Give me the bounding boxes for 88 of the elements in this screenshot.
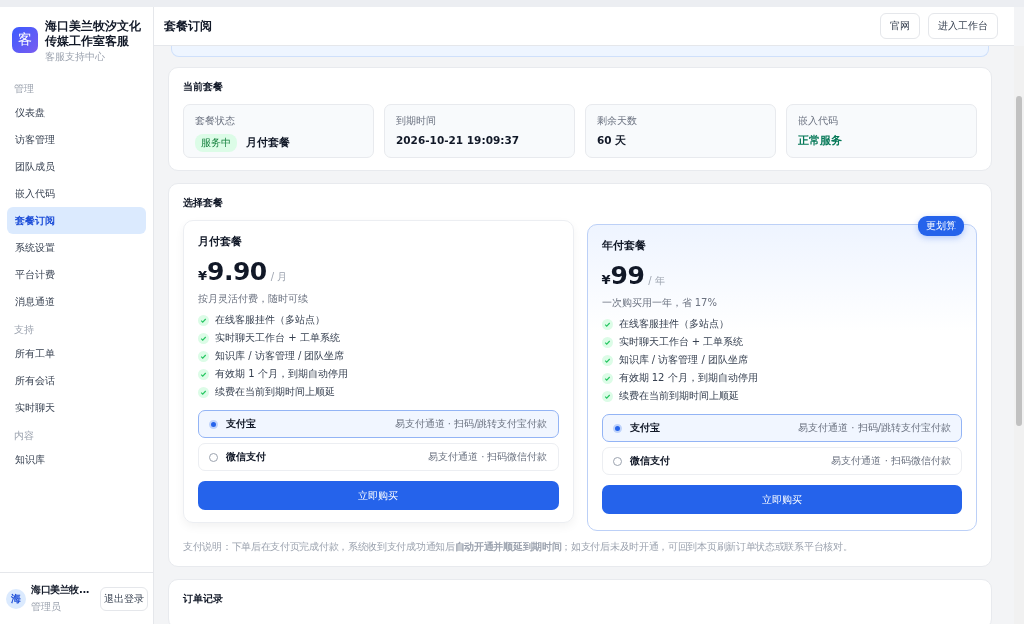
plan-note: 按月灵活付费，随时可续	[198, 292, 309, 306]
user-role: 管理员	[31, 600, 62, 614]
stat-label: 套餐状态	[195, 114, 236, 128]
sidebar-item[interactable]: 消息通道	[7, 288, 146, 315]
check-icon	[601, 318, 613, 330]
card-title: 选择套餐	[183, 196, 224, 210]
currency-sign: ¥	[198, 268, 208, 283]
sidebar-item[interactable]: 所有会话	[7, 367, 146, 394]
plan-note: 一次购买用一年，省 17%	[601, 296, 718, 310]
plan-price: 99	[610, 261, 645, 290]
buy-button[interactable]: 立即购买	[601, 485, 962, 514]
stat-label: 嵌入代码	[798, 114, 839, 128]
card-title: 订单记录	[183, 592, 224, 606]
payment-description: 易支付通道 · 扫码/跳转支付宝付款	[798, 421, 951, 435]
brand-name: 海口美兰牧汐文化传媒工作室客服	[45, 19, 142, 49]
check-icon	[601, 390, 613, 402]
sidebar-item[interactable]: 团队成员	[7, 153, 146, 180]
radio-button[interactable]	[209, 419, 218, 429]
check-icon	[601, 372, 613, 384]
sidebar-item[interactable]: 知识库	[7, 446, 146, 473]
feature-text: 知识库 / 访客管理 / 团队坐席	[618, 353, 748, 367]
user-name: 海口美兰牧...	[31, 583, 90, 597]
feature-text: 有效期 1 个月，到期自动停用	[215, 367, 348, 381]
logout-button[interactable]: 退出登录	[100, 586, 148, 611]
feature-text: 有效期 12 个月，到期自动停用	[618, 371, 758, 385]
sidebar-item[interactable]: 平台计费	[7, 261, 146, 288]
brand-logo: 客	[12, 27, 38, 53]
check-icon	[198, 350, 209, 362]
scrollbar-thumb[interactable]	[1016, 96, 1022, 426]
user-avatar: 海	[6, 588, 26, 609]
stat-label: 剩余天数	[597, 114, 638, 128]
feature-text: 续费在当前到期时间上顺延	[215, 385, 335, 399]
header-button[interactable]: 进入工作台	[928, 13, 998, 39]
feature-text: 知识库 / 访客管理 / 团队坐席	[215, 349, 345, 363]
feature-text: 实时聊天工作台 + 工单系统	[618, 335, 744, 349]
stat-value: 2026-10-21 19:09:37	[396, 134, 521, 146]
brand-subtitle: 客服支持中心	[45, 50, 106, 64]
payment-description: 易支付通道 · 扫码微信付款	[427, 450, 548, 464]
payment-description: 易支付通道 · 扫码微信付款	[831, 454, 951, 468]
page-title: 套餐订阅	[164, 17, 212, 35]
sidebar-item[interactable]: 实时聊天	[7, 394, 146, 421]
stat-value: 正常服务	[798, 134, 843, 148]
payment-option[interactable]: 微信支付 易支付通道 · 扫码微信付款	[198, 443, 559, 471]
section-label: 内容	[13, 429, 35, 443]
plan-name: 月付套餐	[198, 235, 243, 249]
buy-button[interactable]: 立即购买	[198, 481, 559, 510]
radio-button[interactable]	[612, 423, 622, 433]
feature-text: 在线客服挂件（多站点）	[215, 313, 325, 327]
payment-option[interactable]: 微信支付 易支付通道 · 扫码微信付款	[601, 447, 962, 475]
check-icon	[601, 336, 613, 348]
check-icon	[198, 386, 209, 398]
plan-price: 9.90	[207, 257, 267, 286]
stat-value: 月付套餐	[246, 136, 290, 150]
check-icon	[601, 354, 613, 366]
sidebar-item[interactable]: 嵌入代码	[7, 180, 146, 207]
price-unit: / 月	[270, 270, 288, 284]
card-title: 当前套餐	[183, 80, 224, 94]
stat-label: 到期时间	[396, 114, 437, 128]
sidebar-item[interactable]: 所有工单	[7, 340, 146, 367]
sidebar-item[interactable]: 仪表盘	[7, 99, 146, 126]
payment-name: 微信支付	[629, 454, 670, 468]
plan-badge: 更划算	[918, 216, 964, 236]
sidebar-item[interactable]: 访客管理	[7, 126, 146, 153]
feature-text: 实时聊天工作台 + 工单系统	[215, 331, 340, 345]
payment-note: 支付说明：下单后在支付页完成付款，系统收到支付成功通知后自动开通并顺延到期时间；如支付后未及时开通，可回到本页刷新订单状态或联系平台核对。	[183, 540, 854, 554]
feature-text: 续费在当前到期时间上顺延	[618, 389, 739, 403]
section-label: 支持	[13, 323, 35, 337]
sidebar-item[interactable]: 套餐订阅	[7, 207, 146, 234]
radio-button[interactable]	[209, 452, 218, 462]
payment-name: 支付宝	[226, 417, 256, 431]
payment-name: 微信支付	[226, 450, 266, 464]
currency-sign: ¥	[601, 272, 611, 287]
payment-name: 支付宝	[629, 421, 660, 435]
status-badge: 服务中	[195, 134, 237, 152]
payment-option[interactable]: 支付宝 易支付通道 · 扫码/跳转支付宝付款	[198, 410, 559, 438]
payment-option[interactable]: 支付宝 易支付通道 · 扫码/跳转支付宝付款	[601, 414, 962, 442]
sidebar-item[interactable]: 系统设置	[7, 234, 146, 261]
header-button[interactable]: 官网	[880, 13, 920, 39]
check-icon	[198, 314, 209, 326]
radio-button[interactable]	[612, 456, 622, 466]
price-unit: / 年	[648, 274, 665, 288]
check-icon	[198, 368, 209, 380]
stat-value: 60 天	[597, 134, 628, 148]
section-label: 管理	[13, 82, 35, 96]
plan-name: 年付套餐	[601, 239, 647, 253]
check-icon	[198, 332, 209, 344]
feature-text: 在线客服挂件（多站点）	[618, 317, 729, 331]
payment-description: 易支付通道 · 扫码/跳转支付宝付款	[394, 417, 548, 431]
